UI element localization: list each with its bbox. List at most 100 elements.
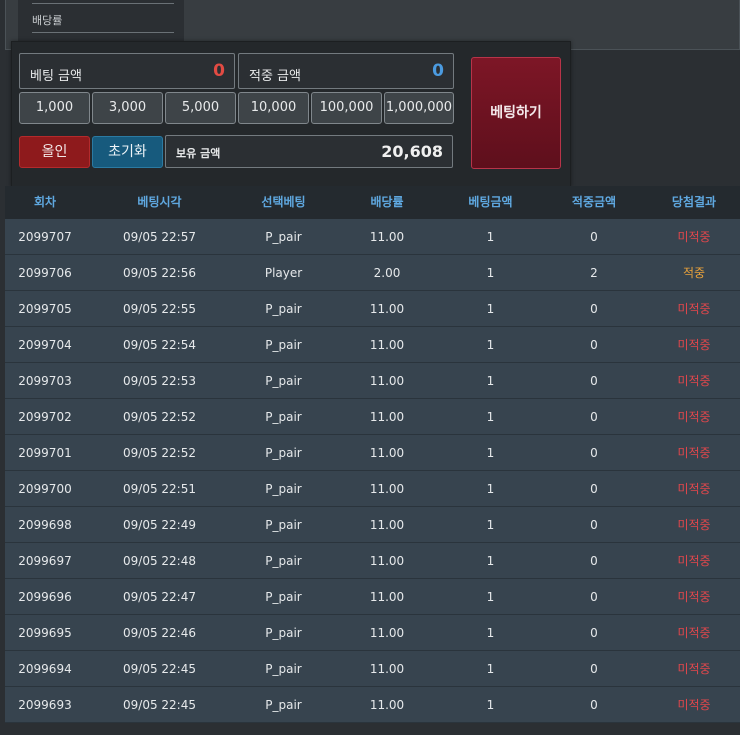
table-row: 2099697 09/05 22:48 P_pair 11.00 1 0 미적중 — [5, 543, 740, 579]
bet-time-cell: 09/05 22:46 — [123, 626, 196, 640]
result-cell: 미적중 — [677, 482, 711, 496]
all-in-button[interactable]: 올인 — [19, 136, 90, 168]
round-cell: 2099706 — [18, 266, 72, 280]
win-amount-cell: 0 — [590, 554, 598, 568]
odds-cell: 11.00 — [369, 698, 405, 712]
selection-cell: P_pair — [265, 518, 302, 532]
bet-amount-cell: 1 — [486, 266, 495, 280]
chip-button-10000[interactable]: 10,000 — [238, 92, 309, 124]
header-selection: 선택베팅 — [261, 195, 306, 209]
result-cell: 미적중 — [677, 590, 711, 604]
table-row: 2099700 09/05 22:51 P_pair 11.00 1 0 미적중 — [5, 471, 740, 507]
selection-cell: P_pair — [265, 698, 302, 712]
bet-history-table: 회차 베팅시각 선택베팅 배당률 베팅금액 적중금액 당첨결과 2099707 0… — [5, 186, 740, 723]
result-cell: 미적중 — [677, 698, 711, 712]
win-amount-cell: 0 — [590, 410, 598, 424]
bet-time-cell: 09/05 22:53 — [123, 374, 196, 388]
result-cell: 미적중 — [677, 662, 711, 676]
bet-amount-cell: 1 — [486, 338, 495, 352]
selection-cell: P_pair — [265, 302, 302, 316]
table-row: 2099694 09/05 22:45 P_pair 11.00 1 0 미적중 — [5, 651, 740, 687]
balance-field: 보유 금액 20,608 — [165, 135, 453, 168]
reset-button[interactable]: 초기화 — [92, 136, 163, 168]
win-amount-cell: 0 — [590, 626, 598, 640]
win-amount-cell: 0 — [590, 518, 598, 532]
odds-cell: 11.00 — [369, 230, 405, 244]
bet-amount-field: 베팅 금액 0 — [19, 53, 235, 89]
round-cell: 2099698 — [18, 518, 72, 532]
bet-time-cell: 09/05 22:52 — [123, 410, 196, 424]
bet-time-cell: 09/05 22:55 — [123, 302, 196, 316]
win-amount-field: 적중 금액 0 — [238, 53, 454, 89]
bet-amount-cell: 1 — [486, 410, 495, 424]
win-amount-value: 0 — [432, 61, 444, 81]
table-row: 2099702 09/05 22:52 P_pair 11.00 1 0 미적중 — [5, 399, 740, 435]
round-cell: 2099703 — [18, 374, 72, 388]
bet-amount-cell: 1 — [486, 230, 495, 244]
selection-cell: P_pair — [265, 662, 302, 676]
header-odds: 배당률 — [370, 195, 404, 209]
bet-amount-cell: 1 — [486, 374, 495, 388]
result-cell: 미적중 — [677, 338, 711, 352]
table-row: 2099706 09/05 22:56 Player 2.00 1 2 적중 — [5, 255, 740, 291]
selection-cell: P_pair — [265, 554, 302, 568]
bet-amount-cell: 1 — [486, 446, 495, 460]
bet-time-cell: 09/05 22:51 — [123, 482, 196, 496]
result-cell: 미적중 — [677, 518, 711, 532]
bet-time-cell: 09/05 22:47 — [123, 590, 196, 604]
table-row: 2099695 09/05 22:46 P_pair 11.00 1 0 미적중 — [5, 615, 740, 651]
odds-cell: 11.00 — [369, 518, 405, 532]
win-amount-cell: 0 — [590, 590, 598, 604]
bet-amount-value: 0 — [213, 61, 225, 81]
balance-value: 20,608 — [381, 142, 443, 161]
chip-button-100000[interactable]: 100,000 — [311, 92, 382, 124]
bet-amount-label: 베팅 금액 — [30, 69, 82, 84]
chip-button-1000000[interactable]: 1,000,000 — [384, 92, 454, 124]
selection-cell: P_pair — [265, 482, 302, 496]
bet-time-cell: 09/05 22:57 — [123, 230, 196, 244]
odds-label: 배당률 — [32, 14, 63, 27]
divider — [32, 32, 174, 33]
bet-amount-cell: 1 — [486, 626, 495, 640]
table-row: 2099698 09/05 22:49 P_pair 11.00 1 0 미적중 — [5, 507, 740, 543]
table-body: 2099707 09/05 22:57 P_pair 11.00 1 0 미적중 209970… — [5, 219, 740, 723]
round-cell: 2099694 — [18, 662, 72, 676]
result-cell: 미적중 — [677, 230, 711, 244]
chip-button-5000[interactable]: 5,000 — [165, 92, 236, 124]
selection-cell: P_pair — [265, 410, 302, 424]
odds-cell: 11.00 — [369, 446, 405, 460]
odds-cell: 11.00 — [369, 626, 405, 640]
win-amount-cell: 0 — [590, 338, 598, 352]
bet-amount-cell: 1 — [486, 662, 495, 676]
round-cell: 2099697 — [18, 554, 72, 568]
result-cell: 미적중 — [677, 626, 711, 640]
chip-button-3000[interactable]: 3,000 — [92, 92, 163, 124]
round-cell: 2099701 — [18, 446, 72, 460]
round-cell: 2099702 — [18, 410, 72, 424]
table-row: 2099696 09/05 22:47 P_pair 11.00 1 0 미적중 — [5, 579, 740, 615]
selection-cell: P_pair — [265, 446, 302, 460]
result-cell: 미적중 — [677, 554, 711, 568]
round-cell: 2099705 — [18, 302, 72, 316]
chip-button-1000[interactable]: 1,000 — [19, 92, 90, 124]
table-row: 2099707 09/05 22:57 P_pair 11.00 1 0 미적중 — [5, 219, 740, 255]
bet-time-cell: 09/05 22:56 — [123, 266, 196, 280]
bet-time-cell: 09/05 22:54 — [123, 338, 196, 352]
table-row: 2099703 09/05 22:53 P_pair 11.00 1 0 미적중 — [5, 363, 740, 399]
header-bet-time: 베팅시각 — [137, 195, 182, 209]
win-amount-cell: 0 — [590, 374, 598, 388]
result-cell: 미적중 — [677, 302, 711, 316]
table-row: 2099705 09/05 22:55 P_pair 11.00 1 0 미적중 — [5, 291, 740, 327]
header-win-amount: 적중금액 — [571, 195, 617, 209]
selection-cell: P_pair — [265, 230, 302, 244]
odds-cell: 11.00 — [369, 590, 405, 604]
place-bet-button[interactable]: 베팅하기 — [471, 57, 561, 169]
header-result: 당첨결과 — [671, 195, 717, 209]
selection-cell: Player — [264, 266, 303, 280]
table-header: 회차 베팅시각 선택베팅 배당률 베팅금액 적중금액 당첨결과 — [5, 186, 740, 219]
selection-cell: P_pair — [265, 626, 302, 640]
bet-time-cell: 09/05 22:45 — [123, 698, 196, 712]
top-area: 배당률 베팅 금액 0 적중 금액 0 1,000 3,000 5,000 10… — [0, 0, 740, 187]
header-round: 회차 — [33, 195, 57, 209]
odds-cell: 11.00 — [369, 662, 405, 676]
